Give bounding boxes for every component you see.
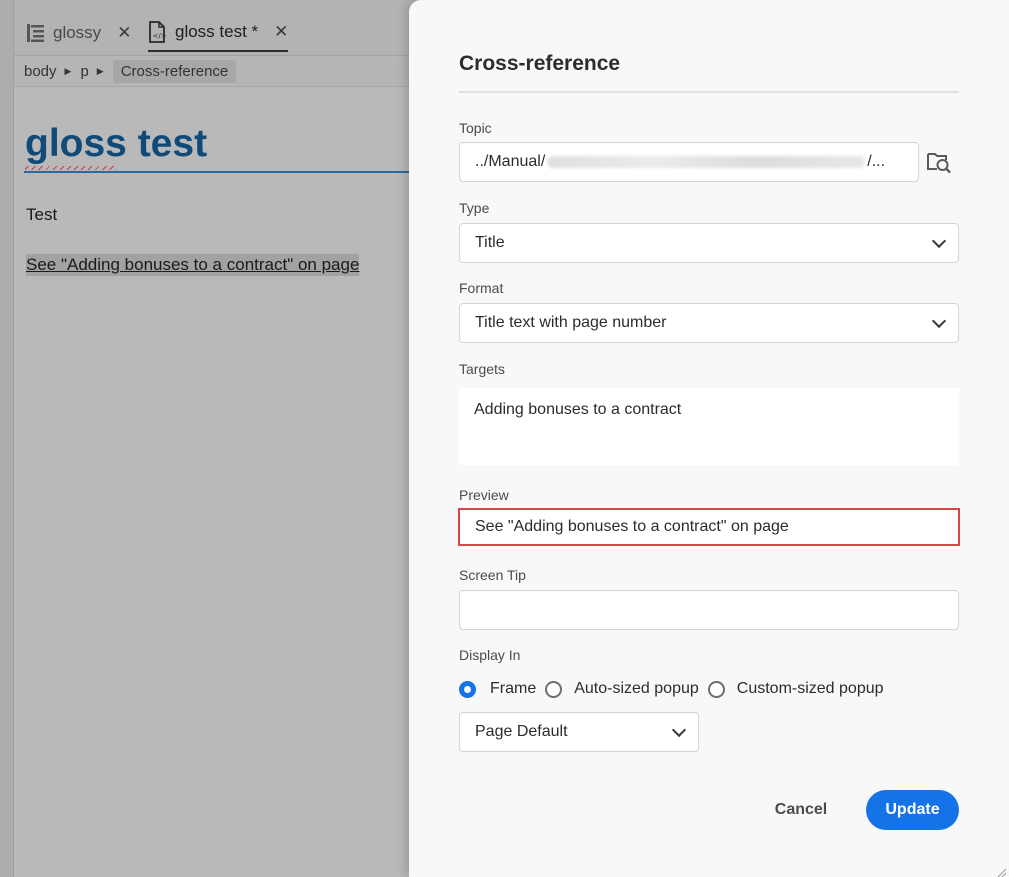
tab-label: glossy [53, 23, 102, 42]
divider [459, 91, 959, 93]
tab-label: gloss test * [175, 22, 259, 41]
format-label: Format [459, 280, 504, 296]
html-file-icon: </> [148, 21, 168, 43]
chevron-down-icon [931, 313, 947, 328]
spellcheck-squiggle [25, 166, 117, 170]
topic-path-start: ../Manual/ [475, 153, 546, 170]
chevron-right-icon: ▶ [96, 66, 104, 76]
close-icon[interactable]: ✕ [274, 22, 288, 42]
topic-label: Topic [459, 120, 492, 136]
toc-icon [26, 22, 46, 44]
radio-auto-sized-popup-label[interactable]: Auto-sized popup [574, 680, 699, 698]
radio-frame-label[interactable]: Frame [490, 680, 536, 698]
breadcrumb-item-p[interactable]: p [80, 63, 88, 80]
type-dropdown[interactable]: Title [459, 223, 959, 263]
targets-list[interactable]: Adding bonuses to a contract [459, 388, 959, 465]
cross-reference-link[interactable]: See "Adding bonuses to a contract" on pa… [26, 254, 360, 276]
radio-frame[interactable] [459, 680, 476, 698]
svg-text:</>: </> [153, 32, 167, 40]
chevron-down-icon [671, 722, 687, 737]
document-title[interactable]: gloss test [25, 122, 207, 166]
resize-grip-icon[interactable] [996, 864, 1007, 877]
tab-glossy[interactable]: glossy ✕ [26, 14, 131, 52]
screen-tip-input[interactable] [459, 590, 959, 630]
chevron-down-icon [931, 233, 947, 248]
format-dropdown[interactable]: Title text with page number [459, 303, 959, 343]
chevron-right-icon: ▶ [64, 66, 72, 76]
preview-text: See "Adding bonuses to a contract" on pa… [475, 518, 789, 535]
close-icon[interactable]: ✕ [117, 23, 131, 43]
type-label: Type [459, 200, 490, 216]
topic-input[interactable]: ../Manual/ /... [459, 142, 919, 182]
targets-label: Targets [459, 361, 505, 377]
display-in-options: Frame Auto-sized popup Custom-sized popu… [459, 680, 893, 698]
breadcrumb-item-cross-reference[interactable]: Cross-reference [112, 60, 237, 83]
blurred-path-segment [547, 156, 866, 168]
screen-tip-label: Screen Tip [459, 567, 526, 583]
dialog-title: Cross-reference [459, 52, 621, 75]
tab-gloss-test[interactable]: </> gloss test * ✕ [148, 14, 289, 52]
document-paragraph[interactable]: Test [26, 205, 57, 225]
radio-custom-sized-popup-label[interactable]: Custom-sized popup [737, 680, 884, 698]
topic-path-end: /... [867, 153, 886, 170]
cross-reference-dialog: Cross-reference Topic ../Manual/ /... Ty… [409, 0, 1009, 877]
display-in-label: Display In [459, 647, 521, 663]
page-default-dropdown[interactable]: Page Default [459, 712, 699, 752]
update-button[interactable]: Update [866, 790, 959, 830]
type-value: Title [475, 234, 505, 251]
preview-field: See "Adding bonuses to a contract" on pa… [458, 508, 960, 546]
browse-folder-icon[interactable] [926, 149, 952, 175]
radio-auto-sized-popup[interactable] [545, 680, 563, 698]
title-rule [24, 171, 444, 173]
radio-custom-sized-popup[interactable] [707, 680, 725, 698]
format-value: Title text with page number [475, 314, 667, 331]
left-gutter [0, 0, 14, 877]
cancel-button[interactable]: Cancel [761, 791, 841, 829]
target-item[interactable]: Adding bonuses to a contract [474, 401, 944, 419]
breadcrumb-item-body[interactable]: body [24, 63, 57, 80]
page-default-value: Page Default [475, 723, 568, 740]
preview-label: Preview [459, 487, 509, 503]
